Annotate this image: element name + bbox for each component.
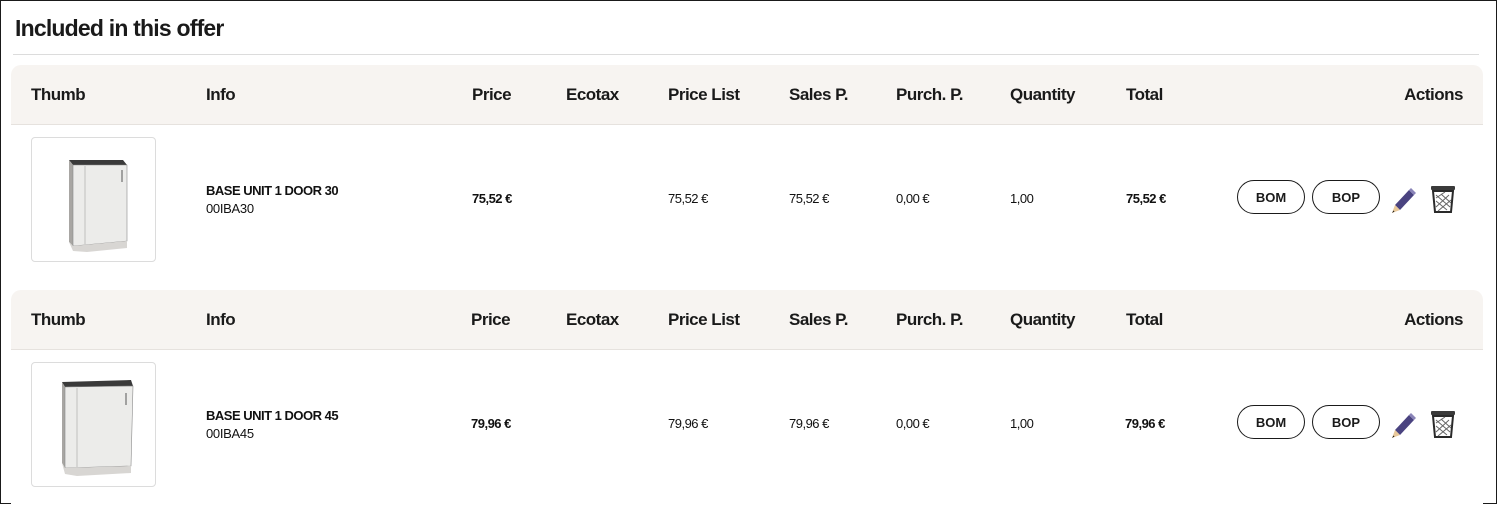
pencil-icon[interactable] (1387, 183, 1419, 215)
col-header-ecotax: Ecotax (566, 310, 619, 329)
col-header-sales-p: Sales P. (789, 85, 849, 104)
bom-button[interactable]: BOM (1237, 405, 1305, 439)
quantity-value: 1,00 (1010, 191, 1034, 206)
col-header-sales-p: Sales P. (789, 310, 849, 329)
total-value: 79,96 € (1125, 416, 1165, 431)
bom-button[interactable]: BOM (1237, 180, 1305, 214)
col-header-ecotax: Ecotax (566, 85, 619, 104)
price-list-value: 79,96 € (668, 416, 708, 431)
col-header-purch-p: Purch. P. (896, 310, 964, 329)
offer-panel: Included in this offer Thumb Info Price … (0, 0, 1497, 515)
pencil-icon[interactable] (1387, 408, 1419, 440)
table-header: Thumb Info Price Ecotax Price List Sales… (11, 65, 1483, 125)
col-header-info: Info (206, 310, 236, 329)
col-header-total: Total (1126, 85, 1163, 104)
col-header-price-list: Price List (668, 85, 740, 104)
product-name: BASE UNIT 1 DOOR 30 (206, 183, 339, 198)
col-header-thumb: Thumb (31, 310, 86, 329)
sales-price-value: 75,52 € (789, 191, 829, 206)
quantity-value: 1,00 (1010, 416, 1034, 431)
price-value: 79,96 € (471, 416, 511, 431)
product-code: 00IBA30 (206, 201, 254, 216)
col-header-price: Price (471, 310, 511, 329)
sales-price-value: 79,96 € (789, 416, 829, 431)
price-list-value: 75,52 € (668, 191, 708, 206)
purchase-price-value: 0,00 € (896, 416, 930, 431)
bop-button[interactable]: BOP (1312, 405, 1380, 439)
col-header-purch-p: Purch. P. (896, 85, 964, 104)
base-unit-45-image (62, 380, 134, 476)
product-thumbnail[interactable] (31, 137, 156, 262)
col-header-info: Info (206, 85, 236, 104)
product-thumbnail[interactable] (31, 362, 156, 487)
purchase-price-value: 0,00 € (896, 191, 930, 206)
product-name: BASE UNIT 1 DOOR 45 (206, 408, 339, 423)
page-title: Included in this offer (15, 15, 224, 41)
price-value: 75,52 € (472, 191, 512, 206)
total-value: 75,52 € (1126, 191, 1166, 206)
col-header-thumb: Thumb (31, 85, 86, 104)
trash-bin-icon[interactable] (1427, 408, 1459, 440)
table-row: BASE UNIT 1 DOOR 45 00IBA45 79,96 € 79,9… (11, 350, 1483, 515)
col-header-price-list: Price List (668, 310, 740, 329)
bop-button[interactable]: BOP (1312, 180, 1380, 214)
col-header-actions: Actions (1404, 85, 1463, 104)
col-header-quantity: Quantity (1010, 85, 1075, 104)
col-header-price: Price (472, 85, 512, 104)
col-header-actions: Actions (1404, 310, 1463, 329)
table-row: BASE UNIT 1 DOOR 30 00IBA30 75,52 € 75,5… (11, 125, 1483, 290)
trash-bin-icon[interactable] (1427, 183, 1459, 215)
title-divider (13, 54, 1479, 55)
product-code: 00IBA45 (206, 426, 254, 441)
table-header: Thumb Info Price Ecotax Price List Sales… (11, 290, 1483, 350)
base-unit-30-image (69, 160, 128, 252)
col-header-total: Total (1126, 310, 1163, 329)
col-header-quantity: Quantity (1010, 310, 1075, 329)
